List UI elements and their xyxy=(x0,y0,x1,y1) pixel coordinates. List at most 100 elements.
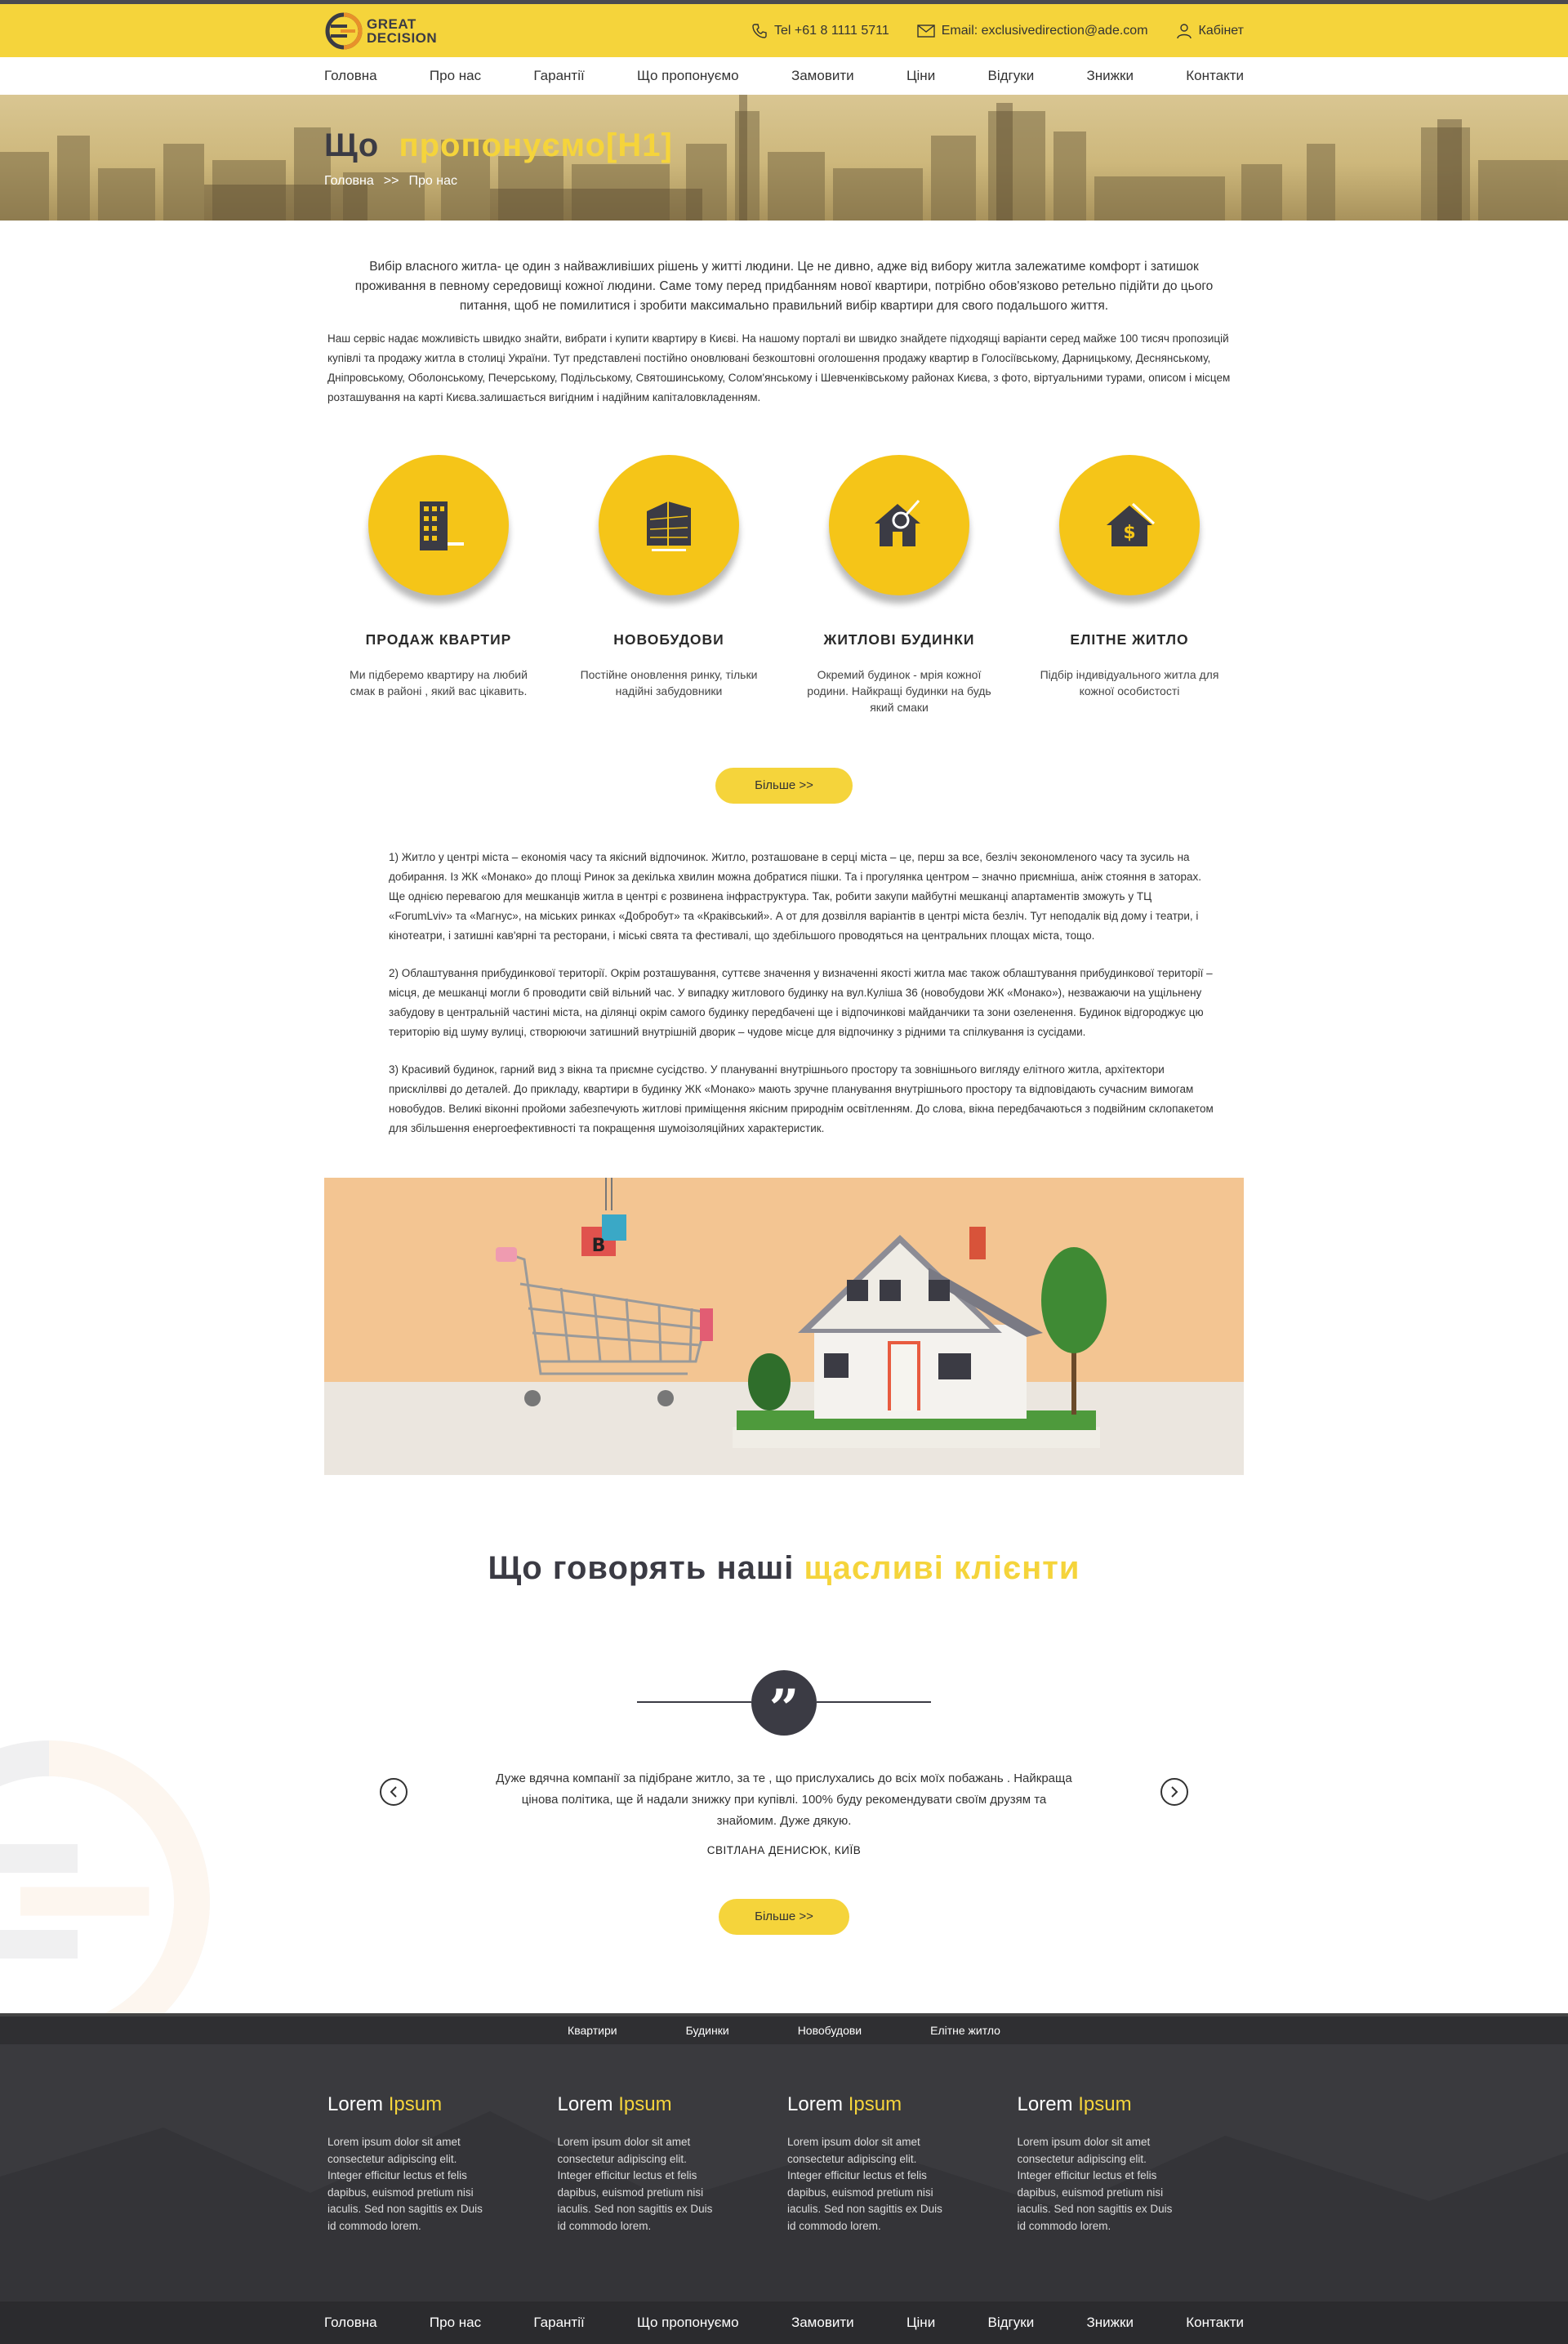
quote-divider: ” xyxy=(637,1670,931,1740)
service-title: ЖИТЛОВІ БУДИНКИ xyxy=(823,631,975,648)
testimonial-slider: Дуже вдячна компанії за підібране житло,… xyxy=(380,1768,1188,1856)
service-card-apartments[interactable]: ПРОДАЖ КВАРТИР Ми підберемо квартиру на … xyxy=(324,455,553,715)
nav-prices[interactable]: Ціни xyxy=(906,68,935,84)
service-text: Ми підберемо квартиру на любий смак в ра… xyxy=(350,668,528,697)
prev-testimonial-button[interactable] xyxy=(380,1778,408,1806)
service-title: ПРОДАЖ КВАРТИР xyxy=(365,631,512,648)
service-card-new-buildings[interactable]: НОВОБУДОВИ Постійне оновлення ринку, тіл… xyxy=(555,455,783,715)
footer-nav: Головна Про нас Гарантії Що пропонуємо З… xyxy=(0,2302,1568,2344)
breadcrumb-current: Про нас xyxy=(408,174,457,188)
nav-contacts[interactable]: Контакти xyxy=(1186,68,1244,84)
nav-guarantees[interactable]: Гарантії xyxy=(533,68,584,84)
footer-nav-order[interactable]: Замовити xyxy=(791,2315,854,2331)
footer-nav-offers[interactable]: Що пропонуємо xyxy=(637,2315,739,2331)
footer-nav-discounts[interactable]: Знижки xyxy=(1087,2315,1134,2331)
footer-link-apartments[interactable]: Квартири xyxy=(568,2024,617,2037)
footer-link-new-buildings[interactable]: Новобудови xyxy=(798,2024,862,2037)
phone-icon xyxy=(752,23,767,38)
service-circle xyxy=(599,455,739,595)
email-contact[interactable]: Email: exclusivedirection@ade.com xyxy=(917,24,1148,38)
intro-lead: Вибір власного житла- це один з найважли… xyxy=(354,260,1214,313)
footer-column-text: Lorem ipsum dolor sit amet consectetur a… xyxy=(787,2136,942,2232)
top-bar: GREAT DECISION Tel +61 8 1111 5711 Email… xyxy=(0,0,1568,57)
breadcrumb-home[interactable]: Головна xyxy=(324,174,374,189)
email-text: Email: exclusivedirection@ade.com xyxy=(941,23,1148,38)
footer-nav-prices[interactable]: Ціни xyxy=(906,2315,935,2331)
footer-nav-reviews[interactable]: Відгуки xyxy=(988,2315,1035,2331)
footer-column-title: Lorem Ipsum xyxy=(1017,2093,1132,2115)
house-dollar-icon: $ xyxy=(1107,502,1156,546)
footer-nav-guarantees[interactable]: Гарантії xyxy=(533,2315,584,2331)
service-text: Підбір індивідуального житла для кожної … xyxy=(1040,668,1219,697)
footer-column-text: Lorem ipsum dolor sit amet consectetur a… xyxy=(1017,2136,1173,2232)
apartment-building-icon xyxy=(420,501,464,550)
footer-nav-about[interactable]: Про нас xyxy=(430,2315,481,2331)
house-cart-photo: B xyxy=(324,1178,1244,1475)
service-text: Постійне оновлення ринку, тільки надійні… xyxy=(580,668,758,697)
service-text: Окремий будинок - мрія кожної родини. На… xyxy=(807,668,991,714)
footer-nav-contacts[interactable]: Контакти xyxy=(1186,2315,1244,2331)
phone-text: Tel +61 8 1111 5711 xyxy=(774,23,889,38)
divider-line-right xyxy=(817,1701,931,1703)
testimonial-author: СВІТЛАНА ДЕНИСЮК, КИЇВ xyxy=(706,1844,862,1856)
footer-link-houses[interactable]: Будинки xyxy=(686,2024,729,2037)
nav-home[interactable]: Головна xyxy=(324,68,377,84)
footer-link-elite[interactable]: Елітне житло xyxy=(930,2024,1000,2037)
service-card-houses[interactable]: ЖИТЛОВІ БУДИНКИ Окремий будинок - мрія к… xyxy=(785,455,1013,715)
logo-line-2: DECISION xyxy=(367,29,438,46)
testimonials-title: Що говорять наші щасливі клієнти xyxy=(488,1550,1080,1586)
breadcrumb: Головна >> Про нас xyxy=(324,174,1244,189)
service-title: ЕЛІТНЕ ЖИТЛО xyxy=(1070,631,1189,648)
hero-banner: Що пропонуємо[H1] Головна >> Про нас xyxy=(0,95,1568,221)
article-paragraph: 3) Красивий будинок, гарний вид з вікна … xyxy=(389,1063,1214,1134)
breadcrumb-separator: >> xyxy=(383,174,399,188)
nav-offers[interactable]: Що пропонуємо xyxy=(637,68,739,84)
logo[interactable]: GREAT DECISION xyxy=(324,11,437,51)
chevron-left-icon xyxy=(390,1786,397,1798)
service-circle xyxy=(368,455,509,595)
intro-section: Вибір власного житла- це один з найважли… xyxy=(324,257,1244,408)
footer-column: Lorem Ipsum Lorem ipsum dolor sit amet c… xyxy=(1014,2093,1245,2235)
nav-about[interactable]: Про нас xyxy=(430,68,481,84)
logo-line-1: GREAT xyxy=(367,16,416,32)
new-building-icon xyxy=(647,501,691,551)
services-section: ПРОДАЖ КВАРТИР Ми підберемо квартиру на … xyxy=(324,455,1244,715)
chevron-right-icon xyxy=(1171,1786,1178,1798)
phone-contact[interactable]: Tel +61 8 1111 5711 xyxy=(751,23,889,39)
intro-body: Наш сервіс надає можливість швидко знайт… xyxy=(327,332,1231,403)
svg-text:B: B xyxy=(592,1236,606,1256)
nav-reviews[interactable]: Відгуки xyxy=(988,68,1035,84)
article-paragraph: 1) Житло у центрі міста – економія часу … xyxy=(389,851,1202,942)
testimonials-section: Що говорять наші щасливі клієнти ” Дуже … xyxy=(0,1550,1568,2062)
footer-column-text: Lorem ipsum dolor sit amet consectetur a… xyxy=(327,2136,483,2232)
service-circle: $ xyxy=(1059,455,1200,595)
main-menu: Головна Про нас Гарантії Що пропонуємо З… xyxy=(0,57,1568,95)
article-section: 1) Житло у центрі міста – економія часу … xyxy=(353,848,1215,1139)
cabinet-label: Кабінет xyxy=(1198,23,1244,38)
more-button[interactable]: Більше >> xyxy=(715,768,853,804)
page-title: Що пропонуємо[H1] xyxy=(324,127,673,163)
nav-order[interactable]: Замовити xyxy=(791,68,854,84)
divider-line-left xyxy=(637,1701,751,1703)
next-testimonial-button[interactable] xyxy=(1160,1778,1188,1806)
footer-top-links: Квартири Будинки Новобудови Елітне житло xyxy=(0,2013,1568,2044)
user-icon xyxy=(1176,23,1192,38)
svg-text:$: $ xyxy=(1123,523,1135,543)
footer-column-title: Lorem Ipsum xyxy=(787,2093,902,2115)
mail-icon xyxy=(917,24,935,38)
nav-discounts[interactable]: Знижки xyxy=(1087,68,1134,84)
footer-column-title: Lorem Ipsum xyxy=(557,2093,672,2115)
article-paragraph: 2) Облаштування прибудинкової території.… xyxy=(389,967,1213,1038)
testimonials-more-button[interactable]: Більше >> xyxy=(719,1899,849,1935)
testimonial-text: Дуже вдячна компанії за підібране житло,… xyxy=(496,1771,1072,1828)
footer-column-title: Lorem Ipsum xyxy=(327,2093,443,2115)
quote-icon: ” xyxy=(751,1670,817,1740)
service-card-elite[interactable]: $ ЕЛІТНЕ ЖИТЛО Підбір індивідуального жи… xyxy=(1015,455,1244,715)
footer-column: Lorem Ipsum Lorem ipsum dolor sit amet c… xyxy=(324,2093,555,2235)
house-search-icon xyxy=(875,500,920,546)
service-circle xyxy=(829,455,969,595)
footer-nav-home[interactable]: Головна xyxy=(324,2315,377,2331)
footer-column-text: Lorem ipsum dolor sit amet consectetur a… xyxy=(557,2136,713,2232)
footer: Квартири Будинки Новобудови Елітне житло… xyxy=(0,2013,1568,2344)
cabinet-link[interactable]: Кабінет xyxy=(1176,23,1244,39)
